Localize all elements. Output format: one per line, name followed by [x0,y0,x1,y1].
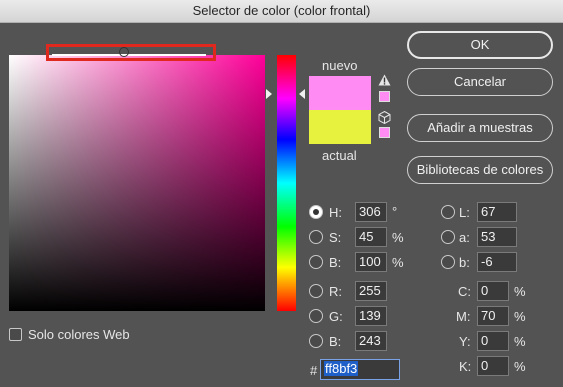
k-unit: % [514,359,526,374]
s-radio[interactable] [309,230,323,244]
cancel-button[interactable]: Cancelar [407,68,553,96]
hue-slider-left-arrow-icon[interactable] [266,89,272,99]
l-radio[interactable] [441,205,455,219]
y-input[interactable]: 0 [477,331,509,351]
l-input[interactable]: 67 [477,202,517,222]
s-unit: % [392,230,404,245]
hue-slider[interactable] [277,55,296,311]
g-radio[interactable] [309,309,323,323]
gamut-warning-swatch[interactable] [379,91,390,102]
blue-input[interactable]: 243 [355,331,387,351]
s-label: S: [329,230,342,245]
highlight-box [46,44,216,61]
k-label: K: [459,359,472,374]
current-color-label: actual [322,148,357,163]
h-label: H: [329,205,342,220]
brightness-unit: % [392,255,404,270]
r-input[interactable]: 255 [355,281,387,301]
web-only-checkbox[interactable] [9,328,22,341]
cube-icon[interactable] [378,111,391,124]
add-to-swatches-button[interactable]: Añadir a muestras [407,114,553,142]
y-label: Y: [459,334,471,349]
a-radio[interactable] [441,230,455,244]
hue-slider-right-arrow-icon[interactable] [299,89,305,99]
web-safe-swatch[interactable] [379,127,390,138]
new-color-swatch [309,76,371,110]
h-input[interactable]: 306 [355,202,387,222]
color-field[interactable] [9,55,265,311]
lab-b-input[interactable]: -6 [477,252,517,272]
k-input[interactable]: 0 [477,356,509,376]
a-input[interactable]: 53 [477,227,517,247]
c-input[interactable]: 0 [477,281,509,301]
hex-label: # [310,363,318,378]
s-input[interactable]: 45 [355,227,387,247]
m-unit: % [514,309,526,324]
current-color-swatch[interactable] [309,110,371,144]
warning-triangle-icon[interactable] [378,74,391,86]
brightness-input[interactable]: 100 [355,252,387,272]
ok-button[interactable]: OK [407,31,553,59]
a-label: a: [459,230,470,245]
brightness-radio[interactable] [309,255,323,269]
brightness-label: B: [329,255,342,270]
window-title: Selector de color (color frontal) [0,0,563,23]
l-label: L: [459,205,470,220]
c-unit: % [514,284,526,299]
r-label: R: [329,284,342,299]
blue-label: B: [329,334,342,349]
lab-b-label: b: [459,255,470,270]
c-label: C: [458,284,471,299]
r-radio[interactable] [309,284,323,298]
lab-b-radio[interactable] [441,255,455,269]
color-libraries-button[interactable]: Bibliotecas de colores [407,156,553,184]
m-label: M: [456,309,471,324]
hex-input[interactable]: ff8bf3 [320,359,400,380]
g-label: G: [329,309,343,324]
h-unit: ° [392,204,398,219]
y-unit: % [514,334,526,349]
blue-radio[interactable] [309,334,323,348]
m-input[interactable]: 70 [477,306,509,326]
g-input[interactable]: 139 [355,306,387,326]
new-color-label: nuevo [322,58,358,73]
h-radio[interactable] [309,205,323,219]
hex-value: ff8bf3 [324,361,359,376]
web-only-label: Solo colores Web [28,327,130,342]
